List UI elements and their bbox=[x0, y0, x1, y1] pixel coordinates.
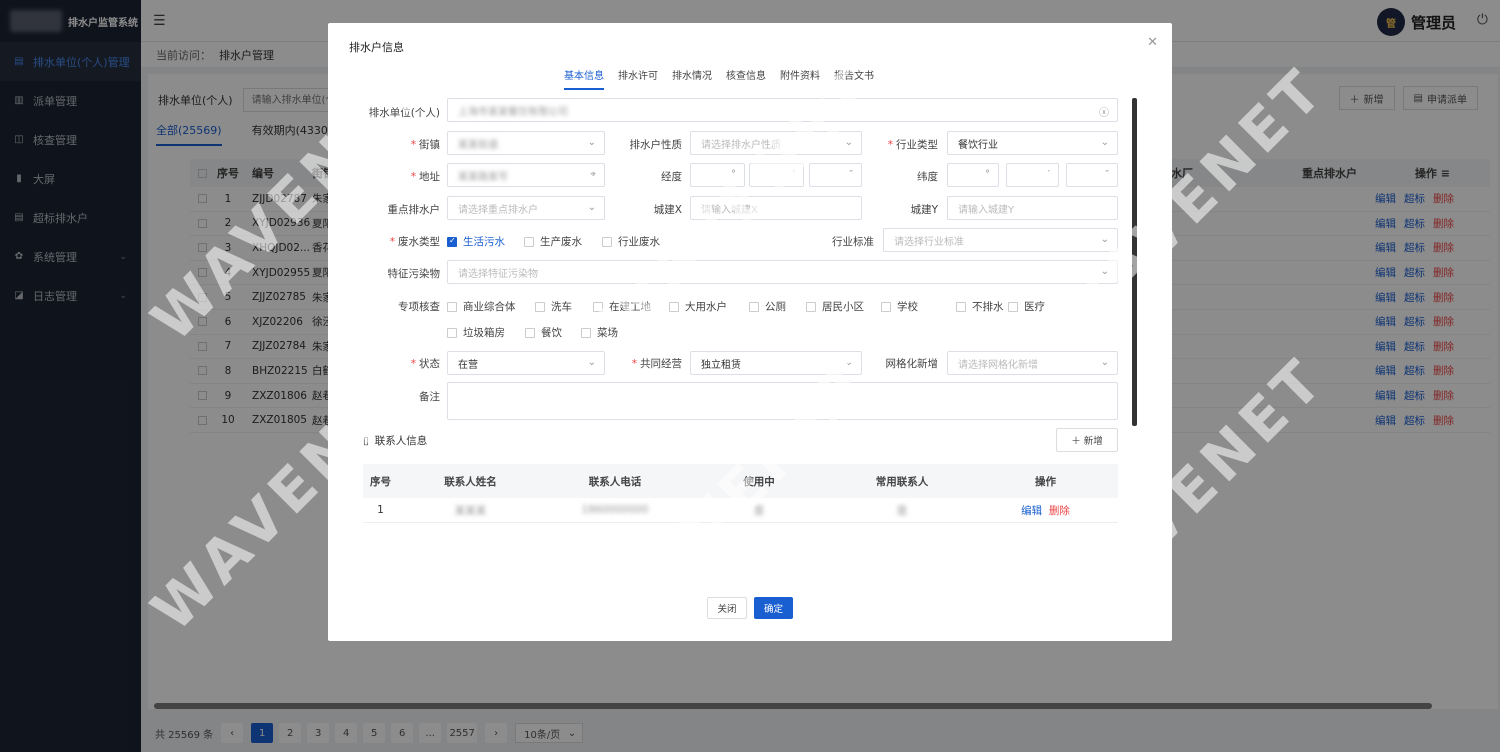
tab-permit[interactable]: 排水许可 bbox=[618, 67, 658, 90]
close-button[interactable]: 关闭 bbox=[707, 597, 747, 619]
confirm-button[interactable]: 确定 bbox=[754, 597, 793, 619]
special-check-9-checkbox[interactable]: 医疗 bbox=[1008, 299, 1045, 314]
contacts-table: 序号 联系人姓名 联系人电话 使用中 常用联系人 操作 1 某某某 186000… bbox=[363, 464, 1118, 523]
industry-standard-select[interactable]: 请选择行业标准 ⌄ bbox=[883, 228, 1118, 252]
chevron-down-icon: ⌄ bbox=[844, 137, 853, 148]
pollutant-select[interactable]: 请选择特征污染物 ⌄ bbox=[447, 260, 1118, 284]
latitude-deg-input[interactable]: ° bbox=[947, 163, 999, 187]
chevron-down-icon: ⌄ bbox=[587, 357, 596, 368]
chevron-down-icon: ⌄ bbox=[844, 357, 853, 368]
street-select[interactable]: 某某街道 ⌄ bbox=[447, 131, 605, 155]
waste-domestic-checkbox[interactable]: 生活污水 bbox=[447, 234, 505, 249]
special-check-4-checkbox[interactable]: 大用水户 bbox=[669, 299, 727, 314]
grid-new-select[interactable]: 请选择网格化新增 ⌄ bbox=[947, 351, 1118, 375]
special-check-row2-3-checkbox[interactable]: 菜场 bbox=[581, 325, 618, 340]
chevron-down-icon: ⌄ bbox=[1100, 266, 1109, 277]
waste-industry-checkbox[interactable]: 行业废水 bbox=[602, 234, 660, 249]
tab-reports[interactable]: 报告文书 bbox=[834, 67, 874, 90]
tab-basic[interactable]: 基本信息 bbox=[564, 67, 604, 90]
longitude-min-input[interactable]: ′ bbox=[749, 163, 804, 187]
contacts-section-title: ▯ 联系人信息 bbox=[363, 434, 428, 448]
key-drainage-select[interactable]: 请选择重点排水户 ⌄ bbox=[447, 196, 605, 220]
special-check-7-checkbox[interactable]: 学校 bbox=[881, 299, 918, 314]
cy-input[interactable]: 请输入城建Y bbox=[947, 196, 1118, 220]
special-check-8-checkbox[interactable]: 不排水 bbox=[956, 299, 1004, 314]
remark-textarea[interactable] bbox=[447, 382, 1118, 420]
shared-operation-select[interactable]: 独立租赁 ⌄ bbox=[690, 351, 862, 375]
special-check-5-checkbox[interactable]: 公厕 bbox=[749, 299, 786, 314]
chevron-down-icon: ⌄ bbox=[1100, 234, 1109, 245]
location-pin-icon[interactable]: ⌖ bbox=[590, 169, 596, 180]
tab-attachments[interactable]: 附件资料 bbox=[780, 67, 820, 90]
special-check-6-checkbox[interactable]: 居民小区 bbox=[806, 299, 864, 314]
chevron-down-icon: ⌄ bbox=[587, 137, 596, 148]
cx-input[interactable]: 请输入城建X bbox=[690, 196, 862, 220]
chevron-down-icon: ⌄ bbox=[587, 202, 596, 213]
chevron-down-icon: ⌄ bbox=[1100, 357, 1109, 368]
horizontal-scrollbar[interactable] bbox=[154, 703, 1432, 709]
latitude-min-input[interactable]: ′ bbox=[1006, 163, 1059, 187]
waste-production-checkbox[interactable]: 生产废水 bbox=[524, 234, 582, 249]
tab-check[interactable]: 核查信息 bbox=[726, 67, 766, 90]
drainage-info-modal: 排水户信息 ✕ 基本信息 排水许可 排水情况 核查信息 附件资料 报告文书 排水… bbox=[328, 23, 1172, 641]
modal-scrollbar[interactable] bbox=[1132, 98, 1137, 426]
special-check-row2-2-checkbox[interactable]: 餐饮 bbox=[525, 325, 562, 340]
modal-title: 排水户信息 bbox=[349, 41, 404, 54]
special-check-row2-1-checkbox[interactable]: 垃圾箱房 bbox=[447, 325, 505, 340]
plus-icon: ＋ bbox=[1071, 436, 1081, 447]
clear-icon[interactable]: ⓧ bbox=[1099, 104, 1109, 119]
modal-tabs: 基本信息 排水许可 排水情况 核查信息 附件资料 报告文书 bbox=[564, 67, 874, 90]
latitude-sec-input[interactable]: ″ bbox=[1066, 163, 1118, 187]
special-check-2-checkbox[interactable]: 洗车 bbox=[535, 299, 572, 314]
longitude-sec-input[interactable]: ″ bbox=[809, 163, 862, 187]
chevron-down-icon: ⌄ bbox=[1100, 137, 1109, 148]
table-row: 1 某某某 1860000000 是 是 编辑 删除 bbox=[363, 498, 1118, 523]
edit-contact-link[interactable]: 编辑 bbox=[1021, 505, 1042, 517]
delete-contact-link[interactable]: 删除 bbox=[1049, 505, 1070, 517]
unit-name-input[interactable]: 上海市某某餐饮有限公司 ⓧ bbox=[447, 98, 1118, 122]
status-select[interactable]: 在营 ⌄ bbox=[447, 351, 605, 375]
special-check-3-checkbox[interactable]: 在建工地 bbox=[593, 299, 651, 314]
add-contact-button[interactable]: ＋ 新增 bbox=[1056, 428, 1118, 452]
address-input[interactable]: 某某路某号 ⌖ bbox=[447, 163, 605, 187]
special-check-1-checkbox[interactable]: 商业综合体 bbox=[447, 299, 516, 314]
tab-drainage[interactable]: 排水情况 bbox=[672, 67, 712, 90]
contacts-table-header: 序号 联系人姓名 联系人电话 使用中 常用联系人 操作 bbox=[363, 464, 1118, 498]
nature-select[interactable]: 请选择排水户性质 ⌄ bbox=[690, 131, 862, 155]
close-icon[interactable]: ✕ bbox=[1147, 35, 1158, 50]
bookmark-icon: ▯ bbox=[363, 434, 369, 447]
longitude-deg-input[interactable]: ° bbox=[690, 163, 745, 187]
industry-select[interactable]: 餐饮行业 ⌄ bbox=[947, 131, 1118, 155]
